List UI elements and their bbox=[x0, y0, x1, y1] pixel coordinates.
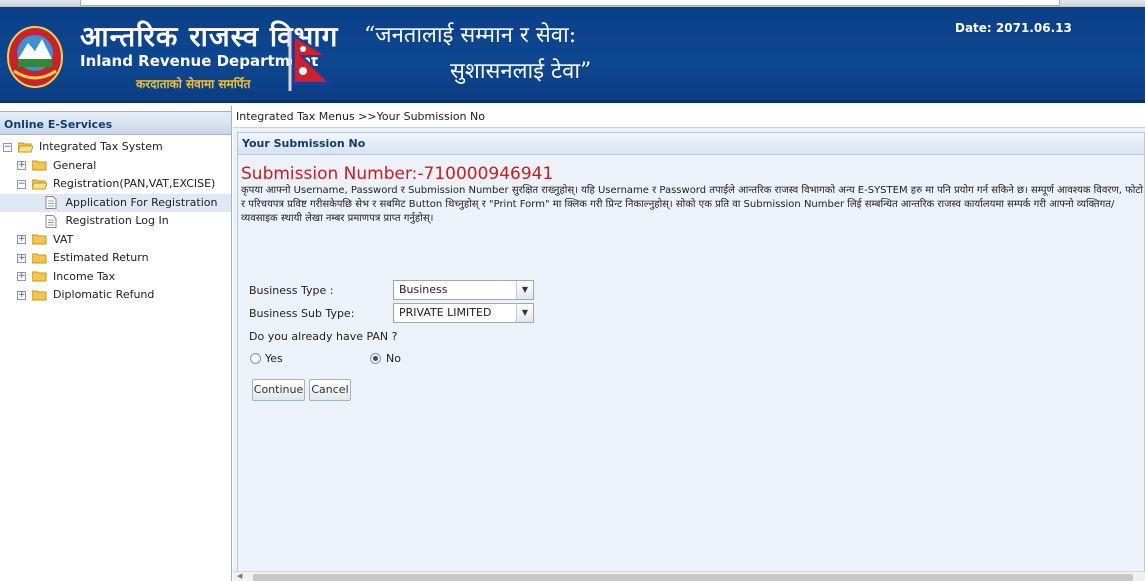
cancel-button[interactable]: Cancel bbox=[309, 379, 351, 401]
tree-item-general[interactable]: + General bbox=[0, 157, 231, 176]
main-content: Integrated Tax Menus >>Your Submission N… bbox=[233, 106, 1145, 581]
expand-icon[interactable]: + bbox=[17, 253, 26, 263]
folder-icon bbox=[31, 271, 47, 282]
breadcrumb: Integrated Tax Menus >>Your Submission N… bbox=[233, 106, 1145, 128]
scroll-left-icon[interactable]: ◀ bbox=[237, 572, 242, 580]
tree-label: Application For Registration bbox=[65, 195, 218, 209]
chevron-down-icon[interactable]: ▼ bbox=[516, 281, 533, 299]
tree-item-registration-log-in[interactable]: Registration Log In bbox=[0, 212, 231, 231]
address-bar[interactable] bbox=[80, 0, 1060, 6]
document-icon bbox=[45, 196, 57, 210]
nepal-flag-icon bbox=[286, 29, 356, 91]
site-header: आन्तरिक राजस्व विभाग Inland Revenue Depa… bbox=[0, 7, 1145, 103]
pan-question-label: Do you already have PAN ? bbox=[249, 330, 398, 343]
tree-label: Registration Log In bbox=[65, 214, 169, 227]
expand-icon[interactable]: + bbox=[17, 235, 26, 245]
folder-icon bbox=[31, 253, 47, 264]
folder-icon bbox=[31, 160, 47, 171]
expand-icon[interactable]: + bbox=[17, 290, 26, 300]
slogan-line-1: “जनतालाई सम्मान र सेवा: bbox=[364, 23, 577, 48]
pan-no-radio[interactable] bbox=[370, 353, 381, 364]
folder-icon bbox=[31, 234, 47, 245]
tree-item-vat[interactable]: + VAT bbox=[0, 231, 231, 250]
sidebar-title: Online E-Services bbox=[0, 111, 231, 135]
tree-label: Registration(PAN,VAT,EXCISE) bbox=[53, 177, 216, 190]
tree-item-registration[interactable]: − Registration(PAN,VAT,EXCISE) bbox=[0, 175, 231, 194]
folder-open-icon bbox=[17, 142, 33, 153]
instruction-notice: कृपया आफ्नो Username, Password र Submiss… bbox=[241, 185, 1144, 224]
tree-label: Integrated Tax System bbox=[39, 140, 163, 153]
pan-no-label: No bbox=[386, 352, 401, 365]
chevron-down-icon[interactable]: ▼ bbox=[516, 304, 533, 322]
business-subtype-select[interactable]: PRIVATE LIMITED ▼ bbox=[393, 303, 534, 323]
tree-item-estimated-return[interactable]: + Estimated Return bbox=[0, 249, 231, 268]
pan-yes-label: Yes bbox=[265, 352, 283, 365]
document-icon bbox=[45, 214, 57, 228]
business-type-select[interactable]: Business ▼ bbox=[393, 280, 534, 300]
folder-open-icon bbox=[31, 179, 47, 190]
tree-item-application-for-registration[interactable]: Application For Registration bbox=[0, 193, 231, 212]
tree-label: VAT bbox=[53, 232, 74, 246]
service-tree: − Integrated Tax System + General − Regi… bbox=[0, 135, 231, 305]
collapse-icon[interactable]: − bbox=[3, 142, 12, 152]
panel-title: Your Submission No bbox=[238, 133, 1144, 155]
tree-label: Estimated Return bbox=[53, 251, 149, 264]
tree-label: Income Tax bbox=[53, 269, 116, 283]
expand-icon[interactable]: + bbox=[17, 272, 26, 282]
tree-item-diplomatic-refund[interactable]: + Diplomatic Refund bbox=[0, 286, 231, 305]
pan-yes-radio[interactable] bbox=[250, 353, 261, 364]
continue-button[interactable]: Continue bbox=[252, 379, 305, 401]
sidebar: Online E-Services − Integrated Tax Syste… bbox=[0, 106, 232, 581]
business-type-value: Business bbox=[399, 283, 448, 296]
government-emblem-icon bbox=[6, 25, 64, 89]
slogan-line-2: सुशासनलाई टेवा” bbox=[450, 59, 592, 84]
tree-item-income-tax[interactable]: + Income Tax bbox=[0, 268, 231, 287]
submission-number: Submission Number:-710000946941 bbox=[241, 164, 554, 184]
horizontal-scrollbar[interactable]: ◀ bbox=[233, 571, 1145, 581]
tree-item-integrated-tax-system[interactable]: − Integrated Tax System bbox=[0, 138, 231, 157]
business-type-label: Business Type : bbox=[249, 284, 334, 297]
browser-toolbar bbox=[0, 0, 1145, 7]
submission-panel: Your Submission No Submission Number:-71… bbox=[237, 132, 1145, 577]
department-title-english: Inland Revenue Department bbox=[80, 52, 319, 70]
collapse-icon[interactable]: − bbox=[17, 179, 26, 189]
header-date: Date: 2071.06.13 bbox=[955, 21, 1072, 35]
business-subtype-label: Business Sub Type: bbox=[249, 307, 355, 320]
tree-label: General bbox=[53, 158, 97, 172]
department-tagline: करदाताको सेवामा समर्पित bbox=[136, 77, 251, 91]
tree-label: Diplomatic Refund bbox=[53, 288, 155, 301]
folder-icon bbox=[31, 290, 47, 301]
business-subtype-value: PRIVATE LIMITED bbox=[399, 306, 492, 319]
expand-icon[interactable]: + bbox=[17, 161, 26, 171]
scrollbar-thumb[interactable] bbox=[253, 574, 1133, 581]
